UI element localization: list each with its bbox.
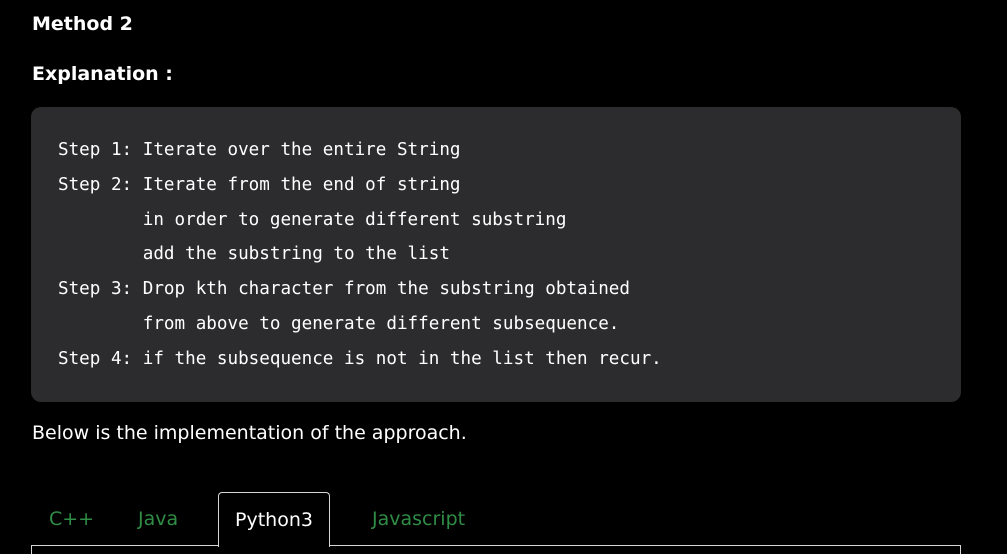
code-line-step-4: Step 4: if the subsequence is not in the…: [58, 349, 662, 369]
code-line-step-3-cont: from above to generate different subsequ…: [58, 314, 620, 334]
explanation-heading: Explanation :: [32, 63, 173, 85]
method-heading: Method 2: [32, 13, 133, 35]
code-line-step-3: Step 3: Drop kth character from the subs…: [58, 279, 630, 299]
tab-javascript[interactable]: Javascript: [372, 492, 465, 546]
code-line-step-2-cont-2: add the substring to the list: [58, 244, 450, 264]
code-line-step-1: Step 1: Iterate over the entire String: [58, 140, 461, 160]
code-block: Step 1: Iterate over the entire String S…: [31, 107, 961, 402]
code-line-step-2-cont-1: in order to generate different substring: [58, 210, 567, 230]
tab-panel-border: [31, 545, 961, 554]
implementation-intro-text: Below is the implementation of the appro…: [32, 422, 467, 444]
code-line-step-2: Step 2: Iterate from the end of string: [58, 175, 461, 195]
tab-cpp[interactable]: C++: [49, 492, 94, 546]
tab-python3[interactable]: Python3: [218, 492, 330, 547]
language-tabs: C++ Java Python3 Javascript: [31, 492, 961, 554]
tab-java[interactable]: Java: [138, 492, 178, 546]
